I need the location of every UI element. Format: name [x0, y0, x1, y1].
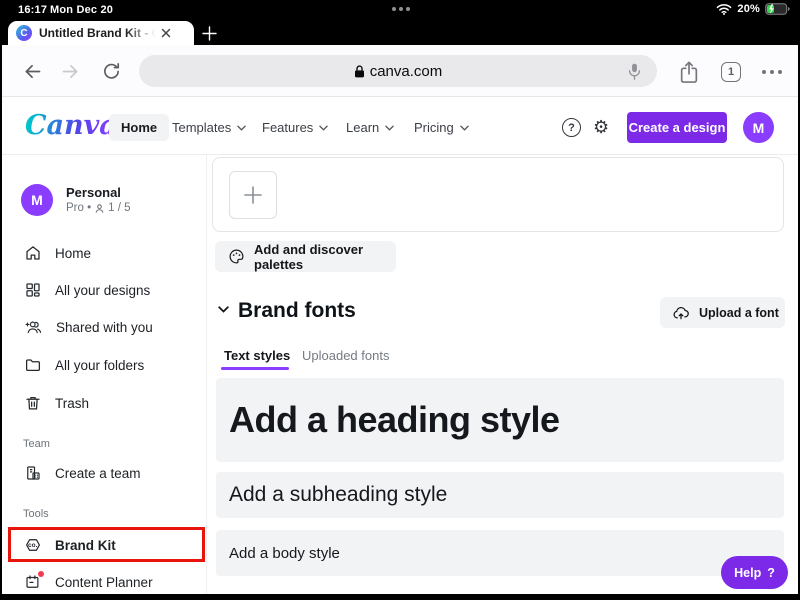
- profile-name[interactable]: Personal: [66, 185, 121, 200]
- new-tab-button[interactable]: [202, 26, 217, 41]
- multitasking-dots-icon: [392, 7, 410, 11]
- forward-button[interactable]: [60, 61, 81, 82]
- toolbar-more-icon[interactable]: [762, 70, 782, 74]
- sidebar-item-trash[interactable]: Trash: [24, 394, 89, 412]
- battery-percent: 20%: [737, 3, 760, 15]
- url-text: canva.com: [370, 63, 443, 80]
- member-icon: [94, 203, 105, 214]
- add-body-style-row[interactable]: Add a body style: [216, 530, 784, 576]
- add-heading-style-row[interactable]: Add a heading style: [216, 378, 784, 462]
- wifi-icon: [716, 3, 732, 15]
- ipad-screenshot: 16:17 Mon Dec 20 20% C Untitled Brand Ki…: [0, 0, 800, 600]
- status-time: 16:17: [18, 4, 47, 16]
- sidebar-item-home[interactable]: Home: [24, 244, 91, 262]
- tab-uploaded-fonts[interactable]: Uploaded fonts: [302, 348, 389, 363]
- tab-count: 1: [728, 66, 734, 78]
- add-palette-tile[interactable]: [229, 171, 277, 219]
- nav-pricing[interactable]: Pricing: [414, 114, 469, 141]
- canva-favicon: C: [16, 25, 32, 41]
- canva-logo[interactable]: Canva: [25, 110, 117, 141]
- profile-plan: Pro • 1 / 5: [66, 202, 131, 214]
- browser-tab[interactable]: C Untitled Brand Kit - Canv: [8, 21, 194, 45]
- tab-overview-button[interactable]: 1: [721, 62, 741, 82]
- share-icon[interactable]: [678, 60, 700, 84]
- tab-close-icon[interactable]: [161, 28, 171, 38]
- upload-a-font-button[interactable]: Upload a font: [660, 297, 785, 328]
- tab-title: Untitled Brand Kit - Canv: [39, 26, 159, 40]
- shared-people-icon: [24, 318, 43, 336]
- sidebar-item-create-a-team[interactable]: Create a team: [24, 464, 141, 482]
- brand-fonts-heading: Brand fonts: [238, 299, 356, 323]
- team-section-label: Team: [23, 438, 50, 450]
- cloud-upload-icon: [672, 305, 690, 321]
- collapse-chevron-icon[interactable]: [218, 306, 229, 313]
- trash-icon: [24, 394, 42, 412]
- active-tab-underline: [221, 367, 289, 370]
- sidebar-item-content-planner[interactable]: Content Planner: [24, 573, 153, 591]
- sidebar-divider: [206, 155, 207, 594]
- sidebar-item-brand-kit[interactable]: co. Brand Kit: [24, 536, 116, 554]
- battery-charging-icon: [765, 3, 790, 15]
- help-icon[interactable]: ?: [562, 118, 581, 137]
- status-date: Mon Dec 20: [50, 4, 113, 16]
- back-button[interactable]: [22, 61, 43, 82]
- chevron-down-icon: [237, 125, 246, 131]
- sidebar-item-shared-with-you[interactable]: Shared with you: [24, 318, 153, 336]
- palette-icon: [228, 248, 245, 265]
- nav-learn[interactable]: Learn: [346, 114, 394, 141]
- create-a-design-button[interactable]: Create a design: [627, 112, 727, 143]
- folder-icon: [24, 356, 42, 374]
- sidebar-item-all-your-designs[interactable]: All your designs: [24, 281, 150, 299]
- home-icon: [24, 244, 42, 262]
- plus-icon: [242, 184, 264, 206]
- reload-button[interactable]: [101, 61, 122, 82]
- lock-icon: [354, 65, 365, 78]
- help-button[interactable]: Help ?: [721, 556, 788, 589]
- designs-grid-icon: [24, 281, 42, 299]
- create-team-icon: [24, 464, 42, 482]
- tools-section-label: Tools: [23, 508, 49, 520]
- brand-kit-icon: co.: [24, 536, 42, 554]
- profile-avatar[interactable]: M: [21, 184, 53, 216]
- microphone-icon[interactable]: [626, 62, 643, 81]
- settings-gear-icon[interactable]: ⚙: [593, 116, 609, 138]
- nav-home[interactable]: Home: [109, 114, 169, 141]
- add-discover-palettes-button[interactable]: Add and discover palettes: [215, 241, 396, 272]
- brand-palettes-card: [212, 157, 784, 232]
- tab-text-styles[interactable]: Text styles: [224, 348, 290, 363]
- chevron-down-icon: [319, 125, 328, 131]
- sidebar-item-all-your-folders[interactable]: All your folders: [24, 356, 144, 374]
- chevron-down-icon: [460, 125, 469, 131]
- chevron-down-icon: [385, 125, 394, 131]
- nav-features[interactable]: Features: [262, 114, 328, 141]
- add-subheading-style-row[interactable]: Add a subheading style: [216, 472, 784, 518]
- nav-templates[interactable]: Templates: [172, 114, 246, 141]
- address-bar[interactable]: canva.com: [139, 55, 657, 87]
- account-avatar[interactable]: M: [743, 112, 774, 143]
- member-count: 1 / 5: [108, 202, 130, 214]
- content-planner-icon: [24, 573, 42, 591]
- status-indicators: 20%: [716, 3, 790, 15]
- notification-dot: [38, 571, 44, 577]
